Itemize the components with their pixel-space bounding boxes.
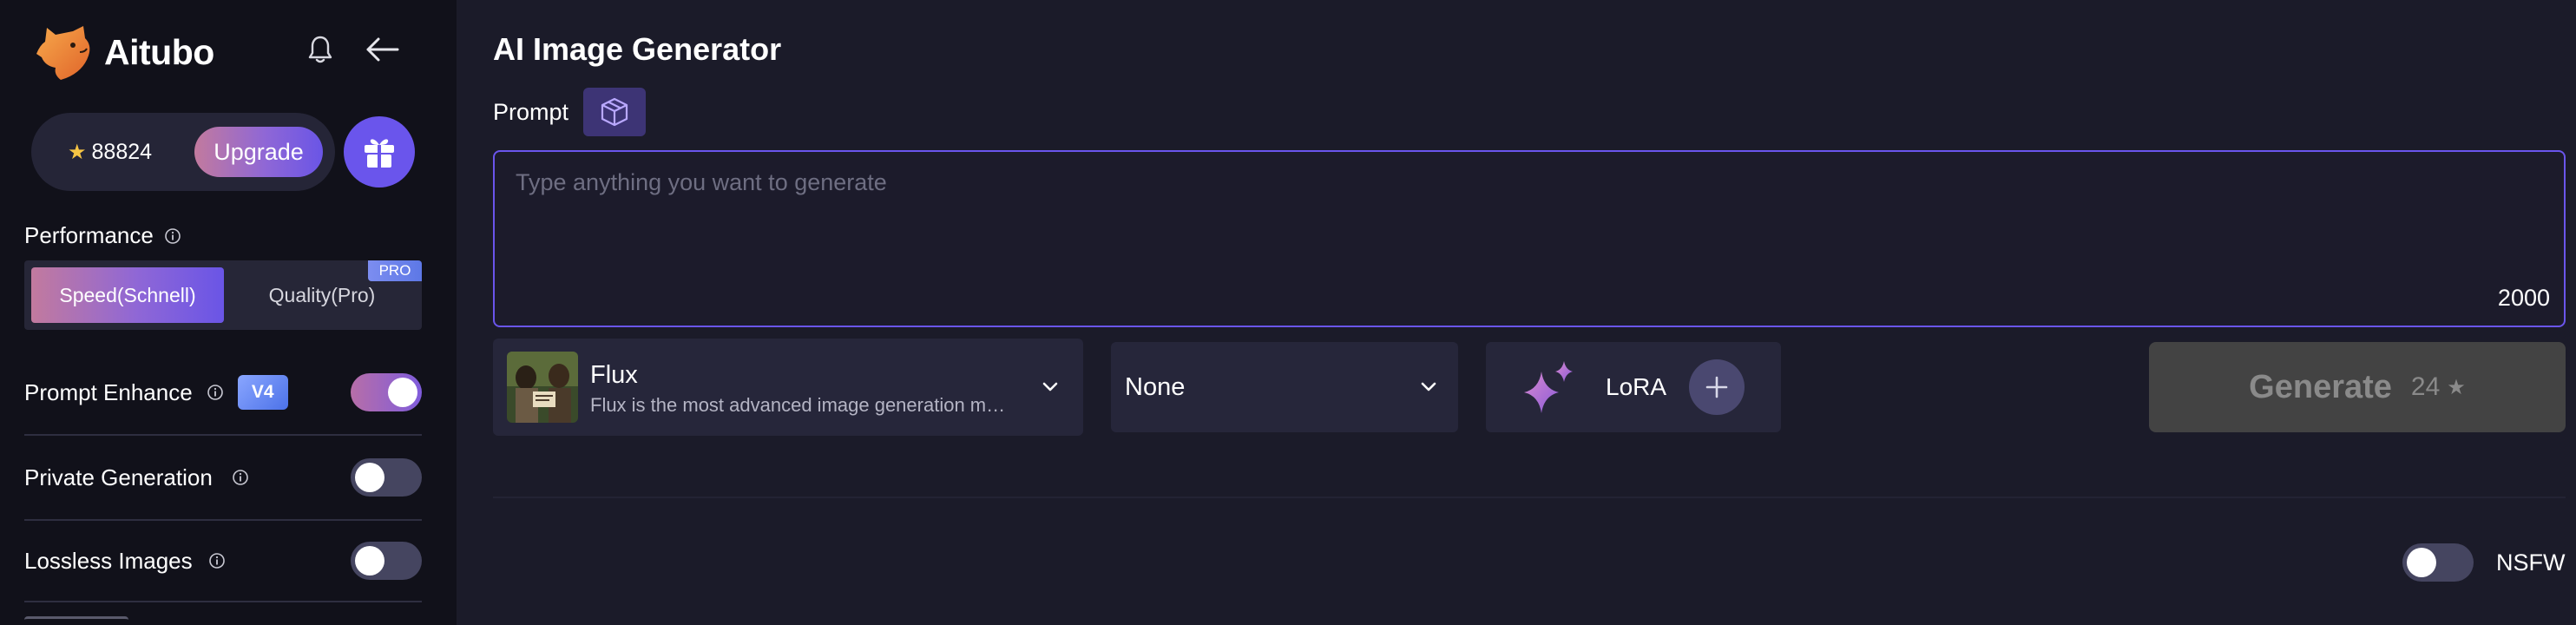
performance-option-speed[interactable]: Speed(Schnell) xyxy=(31,267,224,323)
prompt-box: 2000 xyxy=(493,150,2566,327)
prompt-label: Prompt xyxy=(493,99,569,125)
toggle-knob xyxy=(355,546,384,576)
lora-label: LoRA xyxy=(1606,373,1667,400)
option-lossless-images: Lossless Images xyxy=(24,535,422,587)
credit-value: 88824 xyxy=(91,139,153,164)
option-private-generation: Private Generation xyxy=(24,451,422,503)
performance-selector: Speed(Schnell) Quality(Pro) PRO xyxy=(24,260,422,330)
model-thumbnail xyxy=(507,352,578,423)
private-generation-toggle[interactable] xyxy=(351,458,422,497)
sidebar: Aitubo ★ 88824 Upgrade Performance Speed… xyxy=(0,0,457,625)
style-value: None xyxy=(1125,373,1186,401)
info-icon[interactable] xyxy=(208,552,226,569)
sparkle-icon xyxy=(1524,361,1573,413)
bell-icon xyxy=(308,36,332,63)
cube-icon xyxy=(601,97,628,127)
arrow-left-icon xyxy=(366,37,399,62)
main-panel: AI Image Generator Prompt 2000 Flux Flux… xyxy=(457,0,2576,625)
lossless-images-toggle[interactable] xyxy=(351,542,422,580)
option-prompt-enhance: Prompt Enhance V4 xyxy=(24,366,422,418)
generate-button[interactable]: Generate 24 ★ xyxy=(2149,342,2566,432)
lora-selector: LoRA xyxy=(1486,342,1781,432)
prompt-input[interactable] xyxy=(516,169,2512,273)
performance-label: Performance xyxy=(24,222,181,249)
option-label: Lossless Images xyxy=(24,547,193,574)
style-select[interactable]: None xyxy=(1111,342,1458,432)
gift-icon xyxy=(365,139,394,168)
toggle-knob xyxy=(388,378,417,407)
toggle-knob xyxy=(355,463,384,492)
char-limit: 2000 xyxy=(2497,285,2550,311)
brand-logo[interactable]: Aitubo xyxy=(35,23,214,82)
plus-icon xyxy=(1705,376,1728,398)
divider xyxy=(24,519,422,521)
page-title: AI Image Generator xyxy=(493,31,782,67)
option-label: Private Generation xyxy=(24,464,213,490)
brand-name: Aitubo xyxy=(104,31,214,72)
model-name: Flux xyxy=(590,361,638,389)
credit-balance: ★ 88824 Upgrade xyxy=(31,113,335,191)
generate-label: Generate xyxy=(2249,368,2392,405)
chevron-down-icon xyxy=(1421,382,1436,391)
prompt-enhance-toggle[interactable] xyxy=(351,373,422,411)
add-lora-button[interactable] xyxy=(1689,359,1745,415)
logo-icon xyxy=(36,26,90,80)
divider xyxy=(24,601,422,602)
divider xyxy=(493,497,2566,498)
chevron-down-icon xyxy=(1042,382,1058,391)
model-select[interactable]: Flux Flux is the most advanced image gen… xyxy=(493,339,1083,436)
pro-badge: PRO xyxy=(368,260,422,281)
version-badge: V4 xyxy=(237,375,288,410)
toggle-knob xyxy=(2407,548,2436,577)
clipped-next-option xyxy=(24,613,198,625)
divider xyxy=(24,434,422,436)
model-description: Flux is the most advanced image generati… xyxy=(590,394,1015,416)
nsfw-label: NSFW xyxy=(2496,549,2566,576)
nsfw-toggle[interactable] xyxy=(2402,543,2474,582)
info-icon[interactable] xyxy=(164,227,181,245)
info-icon[interactable] xyxy=(232,469,249,486)
upgrade-button[interactable]: Upgrade xyxy=(194,127,323,177)
option-label: Prompt Enhance xyxy=(24,378,193,405)
collapse-sidebar-button[interactable] xyxy=(363,33,401,66)
notifications-button[interactable] xyxy=(304,33,337,66)
gift-button[interactable] xyxy=(344,116,415,188)
prompt-library-button[interactable] xyxy=(583,88,646,136)
credit-star-icon: ★ xyxy=(2447,375,2466,399)
generate-cost: 24 xyxy=(2410,372,2441,401)
star-icon: ★ xyxy=(68,140,87,164)
info-icon[interactable] xyxy=(207,384,224,401)
